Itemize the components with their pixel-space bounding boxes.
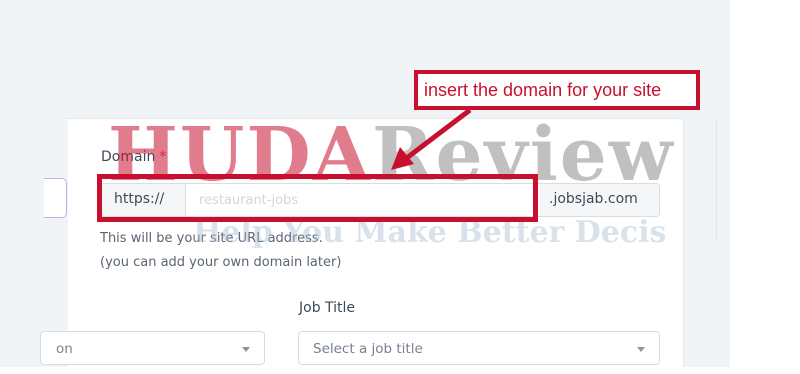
annotation-callout-text: insert the domain for your site (424, 80, 662, 100)
arrow-head (391, 147, 414, 170)
arrow-shaft (406, 108, 472, 159)
annotation-arrow (391, 108, 472, 170)
